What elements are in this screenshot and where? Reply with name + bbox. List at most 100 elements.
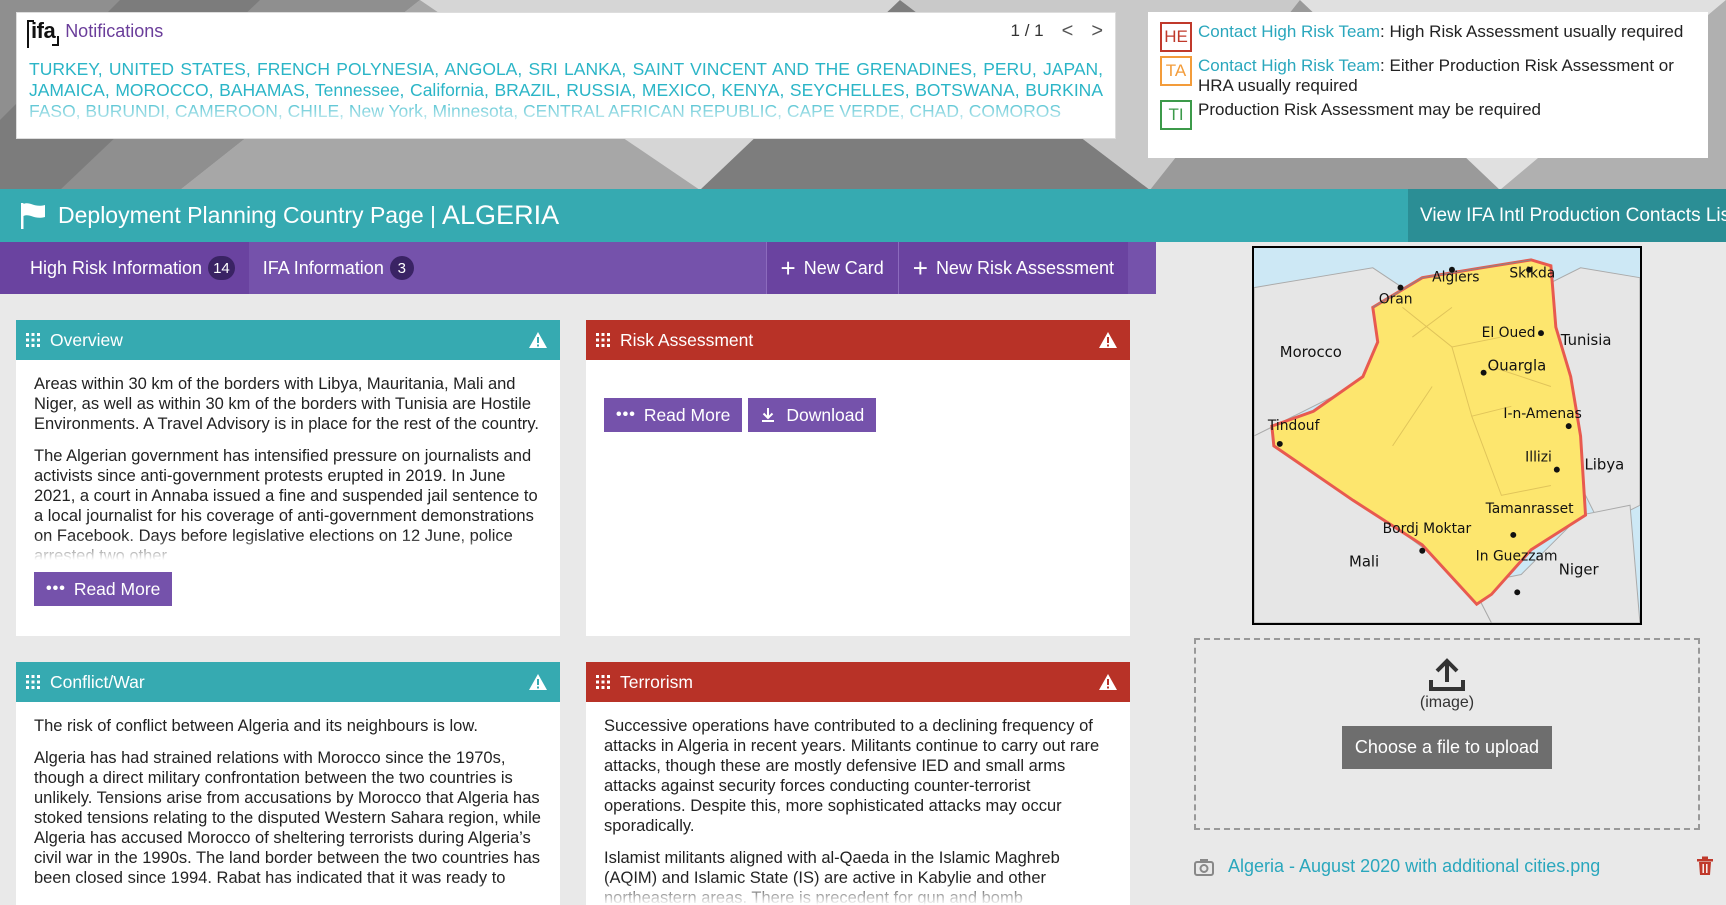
drag-grip-icon[interactable] bbox=[596, 333, 610, 347]
download-icon bbox=[762, 408, 775, 422]
download-label: Download bbox=[786, 404, 865, 425]
map-label-niger: Niger bbox=[1559, 562, 1600, 579]
trash-icon[interactable] bbox=[1696, 856, 1714, 876]
terrorism-card-header[interactable]: Terrorism bbox=[586, 662, 1130, 702]
terrorism-card: Terrorism Successive operations have con… bbox=[586, 662, 1130, 905]
overview-paragraph: The Algerian government has intensified … bbox=[34, 447, 538, 560]
conflict-paragraph: Algeria has had strained relations with … bbox=[34, 749, 541, 887]
page-country: ALGERIA bbox=[442, 200, 560, 230]
drag-grip-icon[interactable] bbox=[26, 333, 40, 347]
page-title: Deployment Planning Country Page | bbox=[58, 202, 437, 228]
contact-high-risk-link[interactable]: Contact High Risk Team bbox=[1198, 22, 1380, 41]
terrorism-paragraph: Successive operations have contributed t… bbox=[604, 717, 1100, 835]
card-title: Risk Assessment bbox=[620, 329, 754, 350]
card-title: Conflict/War bbox=[50, 671, 145, 692]
conflict-paragraph: The risk of conflict between Algeria and… bbox=[34, 717, 478, 735]
map-label-tunisia: Tunisia bbox=[1560, 332, 1612, 349]
country-title-bar: Deployment Planning Country Page | ALGER… bbox=[0, 189, 1726, 242]
overview-body: Areas within 30 km of the borders with L… bbox=[16, 360, 560, 560]
map-label-in-amenas: I-n-Amenas bbox=[1503, 406, 1582, 422]
country-map-image[interactable]: Algiers Skikda Oran El Oued Tunisia Moro… bbox=[1252, 246, 1642, 625]
tab-label: IFA Information bbox=[262, 257, 384, 278]
view-contacts-button[interactable]: View IFA Intl Production Contacts List bbox=[1408, 189, 1726, 242]
tabs-bar: High Risk Information 14 IFA Information… bbox=[0, 242, 1156, 294]
download-button[interactable]: Download bbox=[748, 398, 877, 432]
card-title: Overview bbox=[50, 329, 123, 350]
map-label-oran: Oran bbox=[1379, 291, 1413, 307]
risk-assessment-card: Risk Assessment ••• Read More Download bbox=[586, 320, 1130, 636]
legend-row-ti: TI Production Risk Assessment may be req… bbox=[1160, 100, 1696, 130]
upload-icon bbox=[1429, 658, 1465, 691]
ifa-logo: ifa bbox=[27, 18, 60, 48]
flag-icon bbox=[21, 202, 45, 229]
image-upload-dropzone[interactable]: (image) Choose a file to upload bbox=[1194, 638, 1700, 830]
tab-ifa-information[interactable]: IFA Information 3 bbox=[249, 242, 428, 294]
legend-row-ta: TA Contact High Risk Team: Either Produc… bbox=[1160, 56, 1696, 96]
map-label-el-oued: El Oued bbox=[1482, 325, 1536, 341]
map-label-bordj-moktar: Bordj Moktar bbox=[1383, 521, 1472, 537]
risk-legend: HE Contact High Risk Team: High Risk Ass… bbox=[1148, 12, 1708, 158]
choose-file-button[interactable]: Choose a file to upload bbox=[1341, 726, 1553, 769]
terrorism-paragraph: Islamist militants aligned with al-Qaeda… bbox=[604, 849, 1060, 905]
map-label-libya: Libya bbox=[1585, 457, 1625, 474]
new-risk-assessment-button[interactable]: + New Risk Assessment bbox=[897, 242, 1128, 294]
warning-icon bbox=[1099, 674, 1117, 690]
overview-card-header[interactable]: Overview bbox=[16, 320, 560, 360]
legend-row-he: HE Contact High Risk Team: High Risk Ass… bbox=[1160, 22, 1696, 52]
map-label-morocco: Morocco bbox=[1280, 344, 1342, 361]
camera-icon bbox=[1194, 858, 1214, 876]
conflict-war-card: Conflict/War The risk of conflict betwee… bbox=[16, 662, 560, 905]
map-label-algiers: Algiers bbox=[1432, 270, 1479, 286]
map-label-tindouf: Tindouf bbox=[1267, 418, 1321, 434]
prev-arrow-icon[interactable]: < bbox=[1062, 20, 1074, 43]
notifications-country-list[interactable]: TURKEY, UNITED STATES, FRENCH POLYNESIA,… bbox=[17, 49, 1115, 129]
ti-badge: TI bbox=[1160, 100, 1192, 130]
uploaded-file-link[interactable]: Algeria - August 2020 with additional ci… bbox=[1228, 856, 1600, 877]
conflict-body: The risk of conflict between Algeria and… bbox=[16, 702, 560, 905]
tab-count-badge: 3 bbox=[389, 256, 414, 280]
read-more-label: Read More bbox=[643, 404, 731, 425]
plus-icon: + bbox=[912, 253, 928, 283]
ellipsis-icon: ••• bbox=[616, 406, 636, 423]
uploaded-file-row: Algeria - August 2020 with additional ci… bbox=[1194, 856, 1714, 877]
ta-badge: TA bbox=[1160, 56, 1192, 86]
ellipsis-icon: ••• bbox=[46, 580, 66, 597]
notifications-header: ifa Notifications 1 / 1 < > bbox=[17, 13, 1115, 49]
overview-card: Overview Areas within 30 km of the borde… bbox=[16, 320, 560, 636]
contact-high-risk-link[interactable]: Contact High Risk Team bbox=[1198, 56, 1380, 75]
plus-icon: + bbox=[780, 253, 796, 283]
new-risk-label: New Risk Assessment bbox=[935, 257, 1114, 278]
warning-icon bbox=[529, 674, 547, 690]
map-label-ouargla: Ouargla bbox=[1488, 358, 1547, 375]
media-column: Algiers Skikda Oran El Oued Tunisia Moro… bbox=[1156, 242, 1726, 905]
map-label-skikda: Skikda bbox=[1509, 266, 1555, 282]
warning-icon bbox=[529, 332, 547, 348]
drag-grip-icon[interactable] bbox=[26, 675, 40, 689]
terrorism-body: Successive operations have contributed t… bbox=[586, 702, 1130, 905]
map-label-tamanrasset: Tamanrasset bbox=[1485, 501, 1575, 517]
map-label-illizi: Illizi bbox=[1525, 450, 1552, 466]
notifications-panel: ifa Notifications 1 / 1 < > TURKEY, UNIT… bbox=[16, 12, 1116, 139]
tab-actions: + New Card + New Risk Assessment bbox=[765, 242, 1128, 294]
risk-assessment-card-header[interactable]: Risk Assessment bbox=[586, 320, 1130, 360]
warning-icon bbox=[1099, 332, 1117, 348]
new-card-button[interactable]: + New Card bbox=[765, 242, 898, 294]
conflict-card-header[interactable]: Conflict/War bbox=[16, 662, 560, 702]
tab-high-risk-information[interactable]: High Risk Information 14 bbox=[0, 242, 249, 294]
tab-count-badge: 14 bbox=[208, 256, 235, 280]
notifications-title: Notifications bbox=[65, 20, 164, 41]
overview-read-more-button[interactable]: ••• Read More bbox=[34, 572, 173, 606]
map-label-mali: Mali bbox=[1349, 554, 1379, 571]
pager-count: 1 / 1 bbox=[1010, 21, 1044, 40]
legend-text: Production Risk Assessment may be requir… bbox=[1198, 100, 1541, 119]
legend-text: : High Risk Assessment usually required bbox=[1380, 22, 1684, 41]
read-more-label: Read More bbox=[73, 578, 161, 599]
drag-grip-icon[interactable] bbox=[596, 675, 610, 689]
card-title: Terrorism bbox=[620, 671, 693, 692]
upload-hint: (image) bbox=[1419, 694, 1475, 711]
risk-read-more-button[interactable]: ••• Read More bbox=[604, 398, 743, 432]
new-card-label: New Card bbox=[803, 257, 884, 278]
tab-label: High Risk Information bbox=[30, 257, 203, 278]
overview-paragraph: Areas within 30 km of the borders with L… bbox=[34, 375, 540, 433]
next-arrow-icon[interactable]: > bbox=[1091, 20, 1103, 43]
